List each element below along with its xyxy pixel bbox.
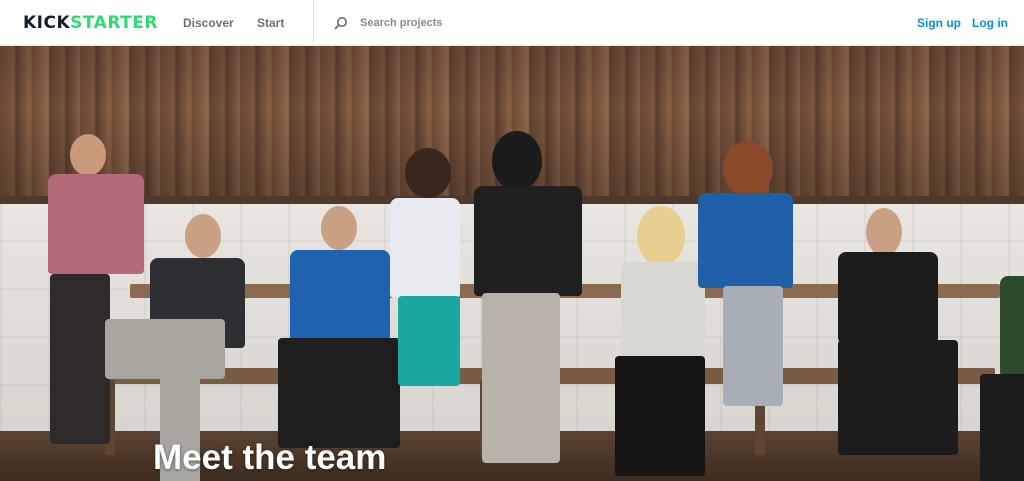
nav-discover-link[interactable]: Discover <box>183 16 234 30</box>
search-input[interactable] <box>360 17 580 29</box>
logo-text-kick: KICK <box>23 13 71 33</box>
kickstarter-logo[interactable]: KICKSTARTER <box>23 13 158 33</box>
log-in-link[interactable]: Log in <box>972 16 1008 30</box>
search-box[interactable] <box>334 13 594 33</box>
hero-banner: Meet the team <box>0 46 1024 481</box>
nav-start-link[interactable]: Start <box>257 16 284 30</box>
sign-up-link[interactable]: Sign up <box>917 16 961 30</box>
logo-text-starter: STARTER <box>70 13 158 33</box>
hero-title: Meet the team <box>153 438 387 477</box>
header-divider <box>313 0 314 46</box>
top-navigation-bar: KICKSTARTER Discover Start Sign up Log i… <box>0 0 1024 46</box>
search-icon <box>334 17 347 30</box>
